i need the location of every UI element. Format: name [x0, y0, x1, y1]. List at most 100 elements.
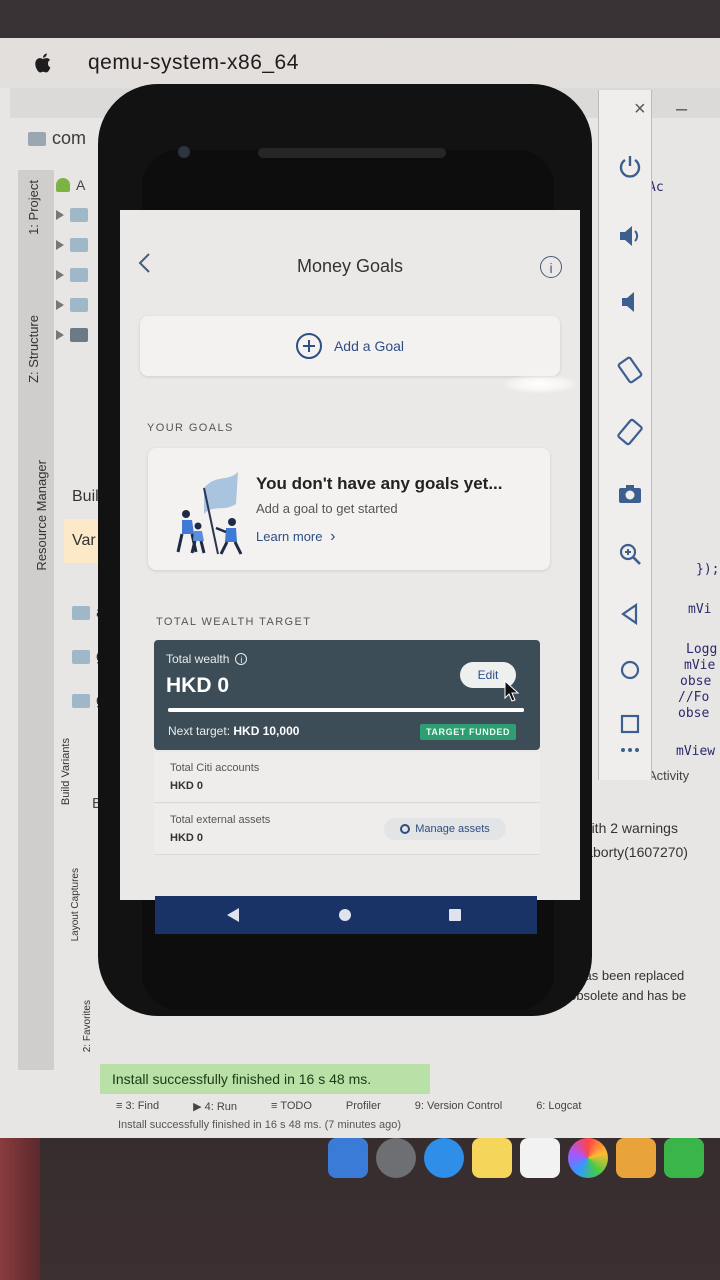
expand-icon: [56, 330, 64, 340]
finder-icon[interactable]: [328, 1138, 368, 1178]
citi-accounts-value: HKD 0: [170, 780, 204, 792]
more-icon[interactable]: [612, 732, 648, 768]
breadcrumb-label: com: [52, 128, 87, 148]
citi-accounts-row[interactable]: Total Citi accounts HKD 0: [154, 752, 540, 803]
code-line: //Fo: [678, 690, 710, 705]
mac-dock: [320, 1136, 720, 1180]
tab-layout-captures[interactable]: Layout Captures: [70, 868, 81, 941]
breadcrumb[interactable]: com: [28, 128, 86, 149]
total-wealth-label: Total wealth: [166, 652, 230, 666]
code-line: });: [696, 562, 720, 577]
mouse-cursor-icon: [504, 680, 520, 702]
plus-circle-icon: [295, 333, 322, 359]
info-icon[interactable]: i: [540, 256, 562, 278]
tab-find[interactable]: ≡ 3: Find: [116, 1100, 159, 1112]
safari-icon[interactable]: [424, 1138, 464, 1178]
money-goals-screen: Money Goals i Add a Goal YOUR GOALS You …: [120, 210, 580, 900]
code-line: Logg: [686, 642, 718, 657]
section-label-wealth-target: TOTAL WEALTH TARGET: [156, 616, 312, 628]
tab-resource-manager[interactable]: Resource Manager: [34, 460, 49, 571]
camera-icon[interactable]: [612, 476, 648, 512]
citi-accounts-label: Total Citi accounts: [170, 762, 260, 774]
nav-back-icon[interactable]: [227, 908, 239, 922]
android-icon: [56, 178, 70, 192]
next-target-prefix: Next target:: [168, 724, 231, 738]
external-assets-value: HKD 0: [170, 832, 204, 844]
chevron-right-icon: ›: [330, 528, 336, 545]
code-line: mView: [676, 744, 716, 759]
empty-goals-card: You don't have any goals yet... Add a go…: [148, 448, 550, 570]
minimize-button[interactable]: –: [676, 98, 687, 121]
code-line: mVi: [688, 602, 712, 617]
code-editor[interactable]: Ac }); mVi Logg mVie obse //Fo obse mVie…: [648, 180, 720, 780]
manage-assets-label: Manage assets: [415, 823, 490, 835]
code-line: mVie: [684, 658, 716, 673]
add-goal-label: Add a Goal: [333, 338, 405, 354]
status-bar: Install successfully finished in 16 s 48…: [118, 1119, 402, 1131]
empty-goals-title: You don't have any goals yet...: [256, 474, 503, 493]
tool-window-strip: 1: Project Z: Structure Resource Manager: [18, 170, 54, 1070]
file-icon: [72, 694, 90, 708]
home-icon[interactable]: [612, 652, 648, 688]
gear-icon: [400, 824, 411, 834]
power-icon[interactable]: [612, 148, 648, 184]
nav-recents-icon[interactable]: [449, 909, 461, 921]
file-icon: [72, 650, 90, 664]
code-line: obse: [678, 706, 710, 721]
screen-glare: [500, 374, 580, 394]
learn-more-link[interactable]: Learn more ›: [256, 528, 335, 546]
folder-icon: [72, 606, 90, 620]
tab-todo[interactable]: ≡ TODO: [271, 1100, 312, 1112]
tab-structure[interactable]: Z: Structure: [26, 315, 41, 383]
add-goal-button[interactable]: Add a Goal: [140, 316, 560, 376]
status-badge: TARGET FUNDED: [420, 724, 517, 740]
tab-project[interactable]: 1: Project: [26, 180, 41, 235]
nav-home-icon[interactable]: [339, 909, 351, 921]
code-line: obse: [680, 674, 712, 689]
page-title: Money Goals: [296, 256, 404, 276]
activity-label[interactable]: Activity: [648, 768, 689, 783]
expand-icon: [56, 240, 64, 250]
rotate-right-icon[interactable]: [612, 414, 648, 450]
back-icon[interactable]: [612, 596, 648, 632]
rotate-left-icon[interactable]: [612, 352, 648, 388]
window-title: qemu-system-x86_64: [88, 51, 299, 74]
tab-run[interactable]: ▶ 4: Run: [193, 1100, 237, 1113]
manage-assets-button[interactable]: Manage assets: [384, 818, 506, 840]
reminders-icon[interactable]: [520, 1138, 560, 1178]
volume-down-icon[interactable]: [612, 284, 648, 320]
folder-icon: [70, 208, 88, 222]
tab-version-control[interactable]: 9: Version Control: [415, 1100, 502, 1112]
tab-profiler[interactable]: Profiler: [346, 1100, 381, 1112]
tab-logcat[interactable]: 6: Logcat: [536, 1100, 581, 1112]
close-button[interactable]: ×: [634, 98, 646, 121]
mac-menu-bar: qemu-system-x86_64: [0, 38, 720, 88]
apple-icon[interactable]: [34, 52, 54, 74]
total-wealth-label-group: Total wealth i: [166, 652, 248, 666]
numbers-icon[interactable]: [664, 1138, 704, 1178]
expand-icon: [56, 270, 64, 280]
empty-goals-subtitle: Add a goal to get started: [256, 501, 398, 516]
tab-favorites[interactable]: 2: Favorites: [82, 1000, 93, 1052]
volume-up-icon[interactable]: [612, 218, 648, 254]
phone-speaker: [258, 148, 446, 158]
zoom-icon[interactable]: [612, 536, 648, 572]
info-icon[interactable]: i: [235, 653, 248, 665]
wealth-progress-bar: [168, 708, 524, 712]
keynote-icon[interactable]: [616, 1138, 656, 1178]
status-notification: Install successfully finished in 16 s 48…: [100, 1064, 430, 1094]
external-assets-label: Total external assets: [170, 814, 271, 826]
tab-build-variants[interactable]: Build Variants: [60, 738, 72, 805]
app-header: Money Goals i: [120, 210, 580, 306]
photos-icon[interactable]: [568, 1138, 608, 1178]
expand-icon: [56, 210, 64, 220]
team-flag-illustration: [176, 472, 243, 555]
phone-camera: [178, 146, 190, 158]
gradle-icon: [70, 328, 88, 342]
folder-icon: [70, 238, 88, 252]
folder-icon: [28, 131, 46, 146]
tree-root-label: A: [76, 177, 86, 193]
notes-icon[interactable]: [472, 1138, 512, 1178]
learn-more-label: Learn more: [256, 529, 323, 544]
launchpad-icon[interactable]: [376, 1138, 416, 1178]
